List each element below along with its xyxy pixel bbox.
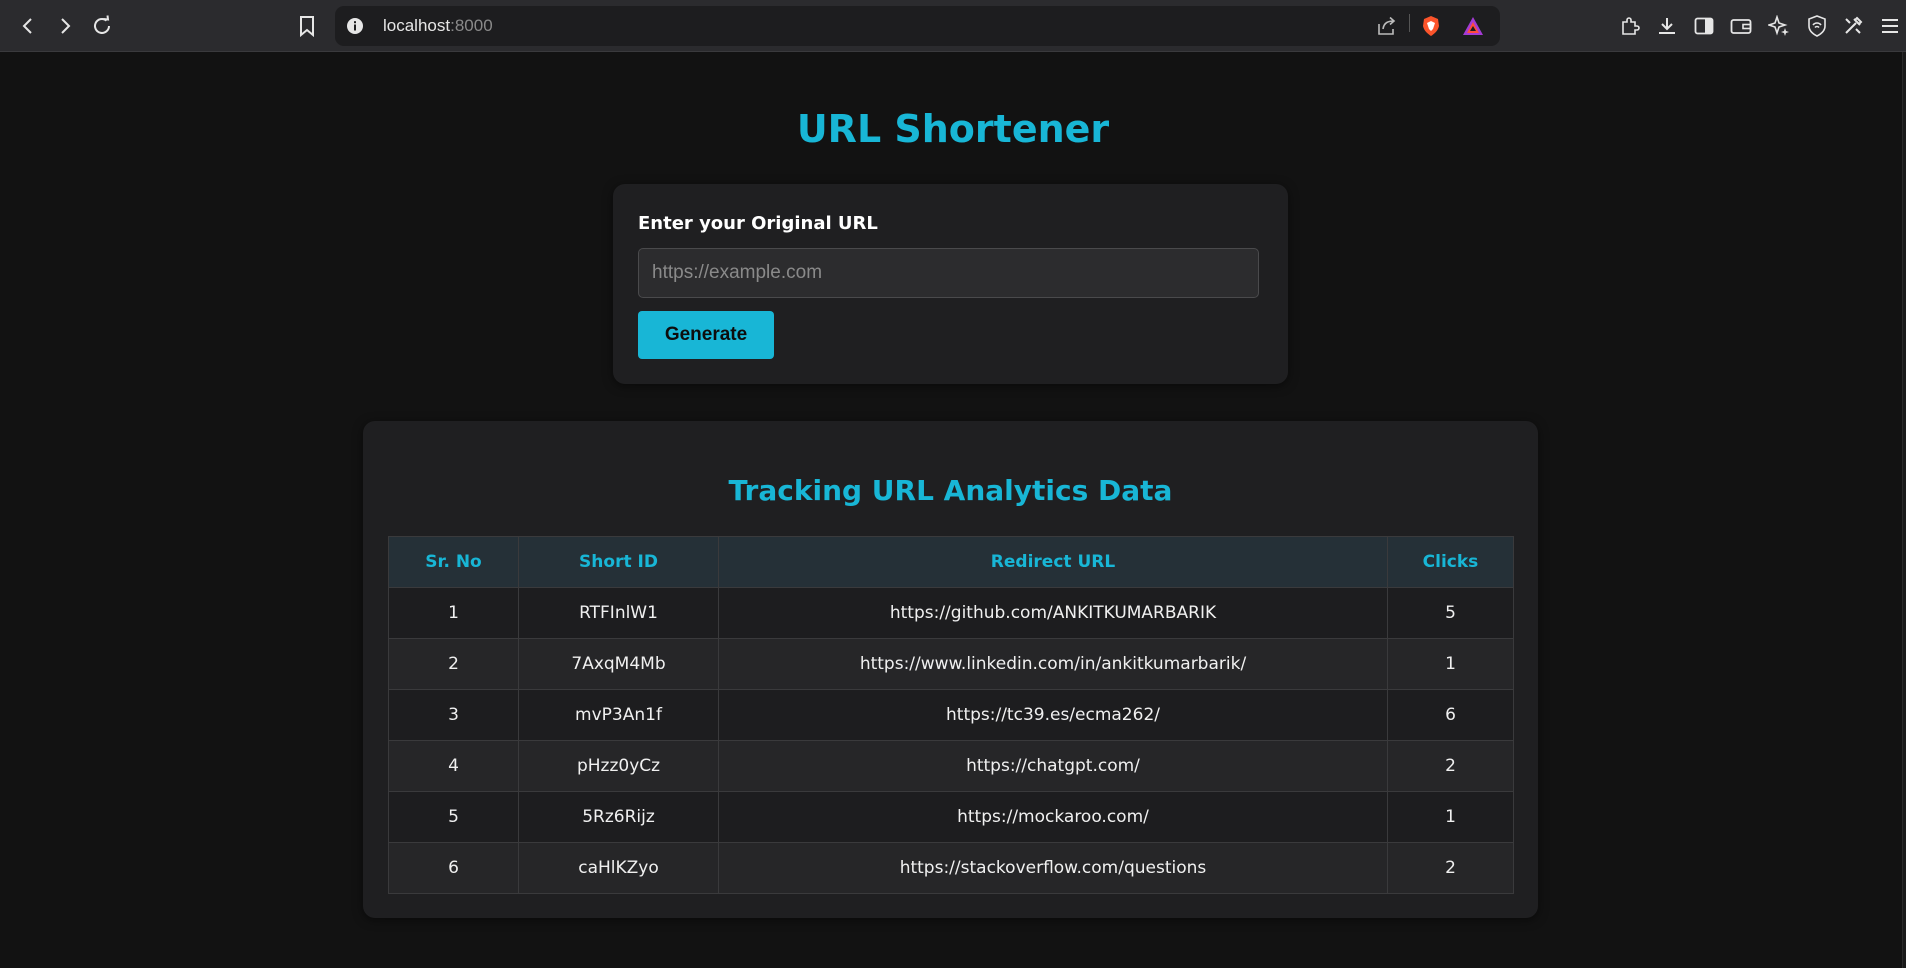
omnibox-divider	[1409, 14, 1410, 32]
analytics-card: Tracking URL Analytics Data Sr. No Short…	[363, 421, 1538, 918]
bookmark-icon[interactable]	[294, 13, 320, 39]
brave-shields-icon[interactable]	[1419, 14, 1443, 38]
analytics-table: Sr. No Short ID Redirect URL Clicks 1 RT…	[388, 536, 1514, 894]
share-icon[interactable]	[1375, 14, 1399, 38]
redirect-url-cell: https://www.linkedin.com/in/ankitkumarba…	[718, 638, 1388, 690]
table-header-row: Sr. No Short ID Redirect URL Clicks	[388, 536, 1514, 588]
forward-icon[interactable]	[52, 13, 78, 39]
generate-button[interactable]: Generate	[638, 311, 774, 359]
brave-rewards-icon[interactable]	[1461, 14, 1485, 38]
redirect-url-cell: https://tc39.es/ecma262/	[718, 689, 1388, 741]
back-icon[interactable]	[15, 13, 41, 39]
table-row: 5 5Rz6Rijz https://mockaroo.com/ 1	[388, 791, 1514, 843]
leo-ai-icon[interactable]	[1766, 13, 1792, 39]
clicks-cell: 1	[1387, 638, 1514, 690]
shorten-form-card: Enter your Original URL Generate	[613, 184, 1288, 384]
sr-no-cell: 3	[388, 689, 519, 741]
clicks-cell: 1	[1387, 791, 1514, 843]
column-header-redirect-url: Redirect URL	[718, 536, 1388, 588]
table-row: 4 pHzz0yCz https://chatgpt.com/ 2	[388, 740, 1514, 792]
original-url-label: Enter your Original URL	[638, 213, 878, 234]
address-bar[interactable]: localhost:8000	[335, 6, 1500, 46]
settings-icon[interactable]	[1840, 13, 1866, 39]
short-id-cell: caHlKZyo	[518, 842, 719, 894]
clicks-cell: 2	[1387, 842, 1514, 894]
table-row: 3 mvP3An1f https://tc39.es/ecma262/ 6	[388, 689, 1514, 741]
column-header-sr-no: Sr. No	[388, 536, 519, 588]
table-row: 6 caHlKZyo https://stackoverflow.com/que…	[388, 842, 1514, 894]
short-id-cell: pHzz0yCz	[518, 740, 719, 792]
page-scrollbar[interactable]	[1902, 52, 1906, 968]
extensions-icon[interactable]	[1617, 13, 1643, 39]
redirect-url-cell: https://stackoverflow.com/questions	[718, 842, 1388, 894]
clicks-cell: 5	[1387, 587, 1514, 639]
sr-no-cell: 4	[388, 740, 519, 792]
browser-toolbar: localhost:8000	[0, 0, 1906, 52]
redirect-url-cell: https://chatgpt.com/	[718, 740, 1388, 792]
clicks-cell: 6	[1387, 689, 1514, 741]
column-header-clicks: Clicks	[1387, 536, 1514, 588]
column-header-short-id: Short ID	[518, 536, 719, 588]
site-info-icon[interactable]	[343, 14, 367, 38]
short-id-cell: mvP3An1f	[518, 689, 719, 741]
short-id-cell: 5Rz6Rijz	[518, 791, 719, 843]
sr-no-cell: 6	[388, 842, 519, 894]
wallet-icon[interactable]	[1728, 13, 1754, 39]
downloads-icon[interactable]	[1654, 13, 1680, 39]
clicks-cell: 2	[1387, 740, 1514, 792]
menu-icon[interactable]	[1877, 13, 1903, 39]
short-id-cell: RTFInlW1	[518, 587, 719, 639]
page-title: URL Shortener	[796, 107, 1110, 151]
sr-no-cell: 2	[388, 638, 519, 690]
sidebar-icon[interactable]	[1691, 13, 1717, 39]
reload-icon[interactable]	[89, 13, 115, 39]
redirect-url-cell: https://mockaroo.com/	[718, 791, 1388, 843]
short-id-cell: 7AxqM4Mb	[518, 638, 719, 690]
analytics-title: Tracking URL Analytics Data	[728, 474, 1173, 507]
sr-no-cell: 5	[388, 791, 519, 843]
address-text[interactable]: localhost:8000	[383, 16, 493, 36]
table-row: 2 7AxqM4Mb https://www.linkedin.com/in/a…	[388, 638, 1514, 690]
redirect-url-cell: https://github.com/ANKITKUMARBARIK	[718, 587, 1388, 639]
vpn-icon[interactable]	[1804, 13, 1830, 39]
original-url-input[interactable]	[638, 248, 1259, 298]
table-row: 1 RTFInlW1 https://github.com/ANKITKUMAR…	[388, 587, 1514, 639]
sr-no-cell: 1	[388, 587, 519, 639]
